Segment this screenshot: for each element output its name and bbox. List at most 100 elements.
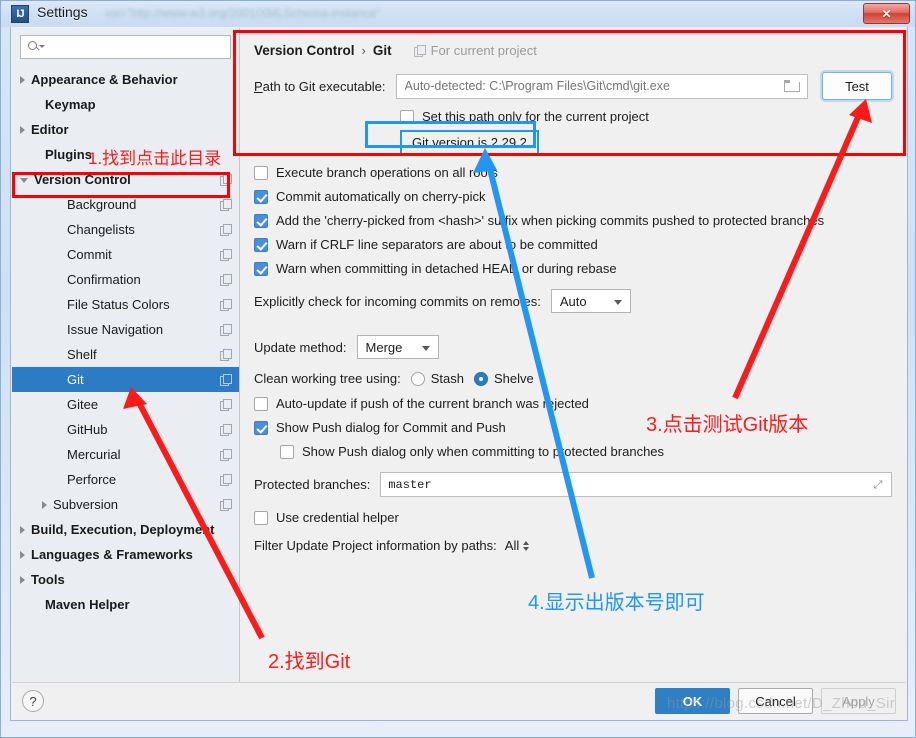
search-input[interactable] [46, 39, 230, 55]
sidebar-item-languages-frameworks[interactable]: Languages & Frameworks [12, 542, 239, 567]
checkbox-row[interactable]: Show Push dialog only when committing to… [280, 444, 892, 459]
window-title: Settings [37, 4, 88, 20]
dialog-content: Appearance & Behavior Keymap Editor Plugins… [12, 28, 906, 683]
radio-shelve[interactable] [473, 371, 488, 386]
checkbox[interactable] [254, 189, 268, 204]
sidebar-item-shelf[interactable]: Shelf [12, 342, 239, 367]
git-path-field[interactable] [395, 73, 808, 99]
copy-settings-icon[interactable] [220, 399, 232, 411]
sidebar-item-appearance-behavior[interactable]: Appearance & Behavior [12, 67, 239, 92]
sidebar-item-keymap[interactable]: Keymap [12, 92, 239, 117]
sidebar-item-label: Perforce [67, 472, 117, 487]
sidebar-item-confirmation[interactable]: Confirmation [12, 267, 239, 292]
checkbox[interactable] [254, 237, 268, 252]
radio-stash[interactable] [410, 371, 425, 386]
checkbox[interactable] [254, 420, 268, 435]
sidebar-item-changelists[interactable]: Changelists [12, 217, 239, 242]
checkbox-row[interactable]: Add the 'cherry-picked from <hash>' suff… [254, 213, 892, 228]
chevron-down-icon[interactable] [20, 178, 28, 183]
sidebar-item-plugins[interactable]: Plugins [12, 142, 239, 167]
credential-helper-row[interactable]: Use credential helper [254, 510, 892, 525]
sidebar-item-label: Version Control [34, 172, 131, 187]
breadcrumb-root[interactable]: Version Control [254, 43, 355, 58]
protected-branches-input[interactable] [381, 476, 871, 493]
copy-settings-icon[interactable] [220, 274, 232, 286]
copy-settings-icon[interactable] [220, 174, 232, 186]
chevron-right-icon[interactable] [20, 550, 25, 559]
sidebar-item-commit[interactable]: Commit [12, 242, 239, 267]
incoming-commits-select[interactable]: Auto [550, 289, 631, 313]
sidebar-item-file-status-colors[interactable]: File Status Colors [12, 292, 239, 317]
copy-settings-icon[interactable] [220, 374, 232, 386]
git-options-group-2: Auto-update if push of the current branc… [254, 396, 892, 459]
update-method-select[interactable]: Merge [356, 335, 439, 359]
project-scope-icon [413, 44, 426, 57]
sidebar-item-version-control[interactable]: Version Control [12, 167, 239, 192]
copy-settings-icon[interactable] [220, 324, 232, 336]
filter-paths-value[interactable]: All [505, 538, 519, 553]
checkbox-row[interactable]: Execute branch operations on all roots [254, 165, 892, 180]
sidebar-search-wrap [12, 28, 239, 63]
folder-icon[interactable] [783, 79, 801, 93]
chevron-right-icon[interactable] [20, 525, 25, 534]
checkbox-row[interactable]: Commit automatically on cherry-pick [254, 189, 892, 204]
checkbox-row[interactable]: Show Push dialog for Commit and Push [254, 420, 892, 435]
copy-settings-icon[interactable] [220, 349, 232, 361]
checkbox-row[interactable]: Warn if CRLF line separators are about t… [254, 237, 892, 252]
checkbox[interactable] [254, 165, 268, 180]
git-path-input[interactable] [396, 78, 783, 94]
sidebar-item-tools[interactable]: Tools [12, 567, 239, 592]
copy-settings-icon[interactable] [220, 449, 232, 461]
copy-settings-icon[interactable] [220, 249, 232, 261]
copy-settings-icon[interactable] [220, 474, 232, 486]
sidebar-item-mercurial[interactable]: Mercurial [12, 442, 239, 467]
search-box[interactable] [20, 35, 231, 59]
chevron-right-icon[interactable] [20, 75, 25, 84]
checkbox[interactable] [254, 213, 268, 228]
sidebar-item-issue-navigation[interactable]: Issue Navigation [12, 317, 239, 342]
checkbox-row[interactable]: Warn when committing in detached HEAD or… [254, 261, 892, 276]
sidebar-item-gitee[interactable]: Gitee [12, 392, 239, 417]
sidebar-item-label: Subversion [53, 497, 119, 512]
sidebar-item-build-execution-deployment[interactable]: Build, Execution, Deployment [12, 517, 239, 542]
path-only-checkbox[interactable] [400, 109, 414, 124]
checkbox[interactable] [254, 261, 268, 276]
sidebar-item-github[interactable]: GitHub [12, 417, 239, 442]
chevron-right-icon[interactable] [20, 125, 25, 134]
sidebar-item-subversion[interactable]: Subversion [12, 492, 239, 517]
window-titlebar: xsi="http://www.w3.org/2001/XMLSchema-in… [1, 1, 915, 27]
chevron-right-icon[interactable] [42, 500, 47, 509]
checkbox-row[interactable]: Auto-update if push of the current branc… [254, 396, 892, 411]
copy-settings-icon[interactable] [220, 199, 232, 211]
copy-settings-icon[interactable] [220, 299, 232, 311]
checkbox[interactable] [254, 396, 268, 411]
test-button[interactable]: Test [822, 72, 892, 100]
sidebar-item-editor[interactable]: Editor [12, 117, 239, 142]
chevron-right-icon[interactable] [20, 575, 25, 584]
path-only-checkbox-row[interactable]: Set this path only for the current proje… [400, 109, 892, 124]
sidebar-item-maven-helper[interactable]: Maven Helper [12, 592, 239, 617]
screenshot-root: xsi="http://www.w3.org/2001/XMLSchema-in… [0, 0, 916, 738]
sidebar-item-git[interactable]: Git [12, 367, 239, 392]
sidebar-item-background[interactable]: Background [12, 192, 239, 217]
copy-settings-icon[interactable] [220, 224, 232, 236]
copy-settings-icon[interactable] [220, 499, 232, 511]
expand-icon[interactable]: ⤢ [871, 478, 885, 492]
protected-branches-field[interactable]: ⤢ [380, 472, 892, 497]
copy-settings-icon[interactable] [220, 424, 232, 436]
close-icon[interactable]: ✕ [863, 3, 910, 24]
checkbox[interactable] [280, 444, 294, 459]
checkbox-label: Warn if CRLF line separators are about t… [276, 237, 598, 252]
sidebar-item-label: Languages & Frameworks [31, 547, 193, 562]
settings-tree: Appearance & Behavior Keymap Editor Plugins… [12, 63, 239, 617]
credential-helper-checkbox[interactable] [254, 510, 268, 525]
sidebar-item-perforce[interactable]: Perforce [12, 467, 239, 492]
titlebar-background-text: xsi="http://www.w3.org/2001/XMLSchema-in… [105, 6, 381, 20]
help-icon[interactable]: ? [22, 690, 44, 712]
sidebar-item-label: Editor [31, 122, 69, 137]
filter-paths-stepper[interactable] [523, 540, 530, 551]
intellij-idea-icon: IJ [11, 5, 29, 23]
